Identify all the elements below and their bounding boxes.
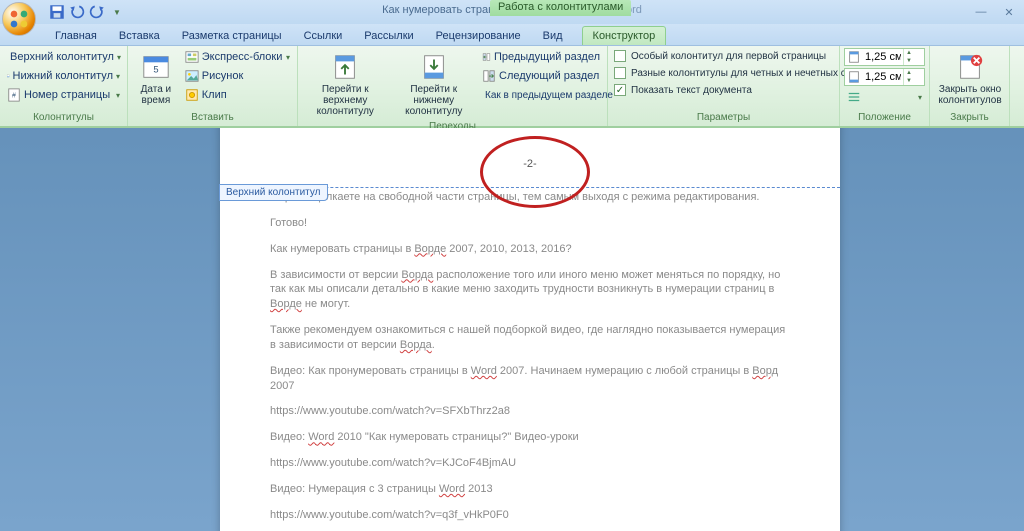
group-insert-label: Вставить	[132, 112, 293, 124]
datetime-label-1: Дата и	[141, 84, 172, 95]
picture-button[interactable]: Рисунок	[182, 67, 293, 85]
page: -2- Верхний колонтитул ва раза щелкаете …	[220, 128, 840, 531]
tab-view[interactable]: Вид	[532, 26, 574, 45]
prev-section-button[interactable]: Предыдущий раздел	[479, 48, 603, 66]
next-section-label: Следующий раздел	[499, 70, 599, 82]
minimize-button[interactable]: —	[970, 5, 992, 19]
header-zone[interactable]: -2-	[220, 128, 840, 188]
tab-home[interactable]: Главная	[44, 26, 108, 45]
showdoc-label: Показать текст документа	[631, 85, 752, 96]
first-page-label: Особый колонтитул для первой страницы	[631, 51, 826, 62]
link-previous-button[interactable]: Как в предыдущем разделе	[479, 86, 603, 104]
group-options-label: Параметры	[612, 112, 835, 124]
page-number-text: -2-	[220, 158, 840, 170]
next-section-button[interactable]: Следующий раздел	[479, 67, 603, 85]
clip-label: Клип	[202, 89, 227, 101]
insert-alignment-tab-button[interactable]: ▾	[844, 88, 925, 106]
group-hf-label: Колонтитулы	[4, 112, 123, 124]
svg-text:#: #	[12, 93, 16, 100]
clip-button[interactable]: Клип	[182, 86, 293, 104]
close-hf-l1: Закрыть окно	[939, 84, 1001, 95]
document-body: ва раза щелкаете на свободной части стра…	[220, 188, 840, 523]
qat-save-icon[interactable]	[48, 3, 66, 21]
qat-undo-icon[interactable]	[68, 3, 86, 21]
ribbon-tabs: Главная Вставка Разметка страницы Ссылки…	[0, 24, 1024, 46]
tab-design[interactable]: Конструктор	[582, 26, 667, 45]
goto-header-l1: Перейти к верхнему	[322, 84, 369, 106]
close-hf-button[interactable]: Закрыть окноколонтитулов	[934, 48, 1006, 110]
header-tag: Верхний колонтитул	[219, 184, 328, 201]
prev-section-label: Предыдущий раздел	[494, 51, 600, 63]
link-previous-label: Как в предыдущем разделе	[485, 90, 613, 101]
qat-customize-icon[interactable]: ▼	[108, 3, 126, 21]
oddeven-checkbox[interactable]: Разные колонтитулы для четных и нечетных…	[612, 65, 835, 81]
first-page-checkbox[interactable]: Особый колонтитул для первой страницы	[612, 48, 835, 64]
spin-down-icon[interactable]: ▼	[904, 77, 914, 85]
showdoc-checkbox[interactable]: ✓Показать текст документа	[612, 82, 835, 98]
qat-redo-icon[interactable]	[88, 3, 106, 21]
quickparts-button[interactable]: Экспресс-блоки▾	[182, 48, 293, 66]
header-from-top-value[interactable]	[863, 51, 903, 63]
close-hf-l2: колонтитулов	[938, 95, 1001, 106]
datetime-label-2: время	[142, 95, 171, 106]
footer-label: Нижний колонтитул	[13, 70, 113, 82]
goto-header-l2: колонтитулу	[317, 106, 374, 117]
ribbon: Верхний колонтитул▾ Нижний колонтитул▾ #…	[0, 46, 1024, 128]
contextual-tab-title: Работа с колонтитулами	[490, 0, 631, 16]
goto-footer-button[interactable]: Перейти к нижнемуколонтитулу	[391, 48, 478, 121]
spin-down-icon[interactable]: ▼	[904, 57, 914, 65]
goto-footer-l1: Перейти к нижнему	[410, 84, 457, 106]
goto-footer-l2: колонтитулу	[405, 106, 462, 117]
quickparts-label: Экспресс-блоки	[202, 51, 283, 63]
title-bar: ▼ Как нумеровать страницы в Ворде - Micr…	[0, 0, 1024, 24]
close-button[interactable]: ✕	[998, 5, 1020, 19]
tab-references[interactable]: Ссылки	[293, 26, 354, 45]
tab-review[interactable]: Рецензирование	[425, 26, 532, 45]
footer-from-bottom-value[interactable]	[863, 71, 903, 83]
tab-insert[interactable]: Вставка	[108, 26, 171, 45]
svg-text:5: 5	[153, 65, 158, 75]
header-button[interactable]: Верхний колонтитул▾	[4, 48, 123, 66]
footer-from-bottom-spinner[interactable]: ▲▼	[844, 68, 925, 86]
page-number-label: Номер страницы	[24, 89, 110, 101]
tab-layout[interactable]: Разметка страницы	[171, 26, 293, 45]
group-close-label: Закрыть	[934, 112, 1005, 124]
picture-label: Рисунок	[202, 70, 244, 82]
document-area[interactable]: -2- Верхний колонтитул ва раза щелкаете …	[0, 128, 1024, 531]
goto-header-button[interactable]: Перейти к верхнемуколонтитулу	[302, 48, 389, 121]
datetime-button[interactable]: 5 Дата ивремя	[132, 48, 180, 110]
header-from-top-spinner[interactable]: ▲▼	[844, 48, 925, 66]
spin-up-icon[interactable]: ▲	[904, 49, 914, 57]
spin-up-icon[interactable]: ▲	[904, 69, 914, 77]
office-button[interactable]	[2, 2, 36, 36]
header-label: Верхний колонтитул	[10, 51, 114, 63]
group-pos-label: Положение	[844, 112, 925, 124]
footer-button[interactable]: Нижний колонтитул▾	[4, 67, 123, 85]
page-number-button[interactable]: # Номер страницы▾	[4, 86, 123, 104]
tab-mailings[interactable]: Рассылки	[353, 26, 424, 45]
